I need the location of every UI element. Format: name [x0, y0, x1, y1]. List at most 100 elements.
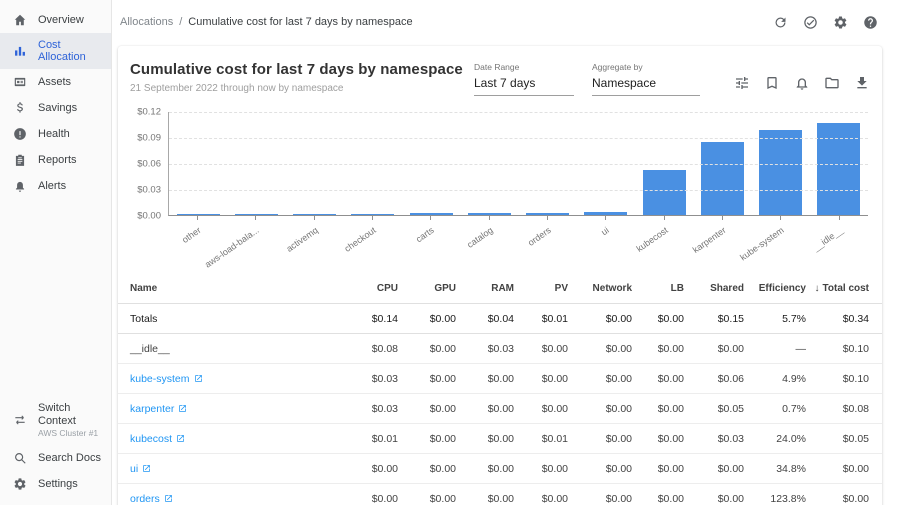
cell-name: __idle__: [118, 334, 340, 364]
bar-karpenter[interactable]: [701, 142, 744, 215]
bar-carts[interactable]: [410, 213, 453, 215]
bar-kube-system[interactable]: [759, 130, 802, 215]
sort-desc-icon: ↓: [815, 283, 820, 294]
bar-aws-load-bala[interactable]: [235, 214, 278, 215]
external-link-icon: [176, 434, 185, 443]
cell-efficiency: —: [744, 334, 806, 364]
sidebar-item-label: Overview: [38, 14, 84, 26]
bar-ui[interactable]: [584, 212, 627, 215]
x-axis-slot: aws-load-bala...: [226, 216, 284, 258]
bell-icon[interactable]: [794, 75, 810, 91]
bookmark-icon[interactable]: [764, 75, 780, 91]
sidebar-footer-item-settings[interactable]: Settings: [0, 471, 111, 497]
column-header-name[interactable]: Name: [118, 274, 340, 304]
sidebar-item-alerts[interactable]: Alerts: [0, 173, 111, 199]
namespace-link[interactable]: ui: [130, 463, 138, 475]
sidebar-item-overview[interactable]: Overview: [0, 7, 111, 33]
table-header-row: NameCPUGPURAMPVNetworkLBSharedEfficiency…: [118, 274, 882, 304]
cell-gpu: $0.00: [398, 454, 456, 484]
namespace-link[interactable]: kube-system: [130, 373, 190, 385]
date-range-label: Date Range: [474, 62, 574, 72]
main-area: Allocations / Cumulative cost for last 7…: [112, 0, 900, 505]
column-header-gpu[interactable]: GPU: [398, 274, 456, 304]
column-header-total-cost[interactable]: ↓Total cost: [806, 274, 882, 304]
cell-cpu: $0.01: [340, 424, 398, 454]
x-axis-tick: [430, 216, 431, 220]
download-icon[interactable]: [854, 75, 870, 91]
cell-total-cost: $0.10: [806, 364, 882, 394]
cell-gpu: $0.00: [398, 364, 456, 394]
help-icon[interactable]: [863, 15, 878, 30]
cell-shared: $0.00: [684, 454, 744, 484]
sidebar-item-savings[interactable]: Savings: [0, 95, 111, 121]
sidebar-nav: Overview Cost AllocationAssets Savings Heal…: [0, 7, 111, 199]
cell-total-cost: $0.05: [806, 424, 882, 454]
x-axis-tick-label: orders: [526, 225, 553, 248]
table-row-ui: ui$0.00$0.00$0.00$0.00$0.00$0.00$0.0034.…: [118, 454, 882, 484]
cell-efficiency: 123.8%: [744, 484, 806, 505]
cell-pv: $0.01: [514, 304, 568, 334]
cluster-name: AWS Cluster #1: [38, 429, 105, 439]
cell-pv: $0.00: [514, 334, 568, 364]
cell-efficiency: 0.7%: [744, 394, 806, 424]
settings-icon[interactable]: [833, 15, 848, 30]
x-axis-tick: [197, 216, 198, 220]
cell-name: karpenter: [118, 394, 340, 424]
column-header-network[interactable]: Network: [568, 274, 632, 304]
column-header-ram[interactable]: RAM: [456, 274, 514, 304]
bar-checkout[interactable]: [351, 214, 394, 215]
namespace-link[interactable]: karpenter: [130, 403, 174, 415]
folder-icon[interactable]: [824, 75, 840, 91]
cumulative-cost-bar-chart: $0.12$0.09$0.06$0.03$0.00 otheraws-load-…: [118, 100, 882, 258]
column-header-lb[interactable]: LB: [632, 274, 684, 304]
bar-activemq[interactable]: [293, 214, 336, 215]
sidebar-item-assets[interactable]: Assets: [0, 69, 111, 95]
x-axis-tick: [839, 216, 840, 220]
check-circle-icon[interactable]: [803, 15, 818, 30]
cell-network: $0.00: [568, 334, 632, 364]
bar-other[interactable]: [177, 214, 220, 215]
cell-shared: $0.06: [684, 364, 744, 394]
sidebar-item-label: Savings: [38, 102, 77, 114]
cell-ram: $0.04: [456, 304, 514, 334]
column-header-shared[interactable]: Shared: [684, 274, 744, 304]
cell-cpu: $0.03: [340, 394, 398, 424]
sidebar-item-cost-allocation[interactable]: Cost Allocation: [0, 33, 111, 69]
aggregate-by-select[interactable]: Aggregate by Namespace: [592, 62, 700, 96]
cell-lb: $0.00: [632, 394, 684, 424]
date-range-select[interactable]: Date Range Last 7 days: [474, 62, 574, 96]
column-header-efficiency[interactable]: Efficiency: [744, 274, 806, 304]
x-axis-tick: [664, 216, 665, 220]
bar-idle[interactable]: [817, 123, 860, 215]
cell-ram: $0.00: [456, 424, 514, 454]
cell-ram: $0.00: [456, 364, 514, 394]
x-axis-tick: [547, 216, 548, 220]
sidebar-footer-item-search-docs[interactable]: Search Docs: [0, 445, 111, 471]
cell-shared: $0.00: [684, 334, 744, 364]
sidebar-item-reports[interactable]: Reports: [0, 147, 111, 173]
cell-total-cost: $0.34: [806, 304, 882, 334]
namespace-link[interactable]: kubecost: [130, 433, 172, 445]
cell-ram: $0.00: [456, 454, 514, 484]
bar-catalog[interactable]: [468, 213, 511, 215]
bar-kubecost[interactable]: [643, 170, 686, 215]
bar-orders[interactable]: [526, 213, 569, 215]
cell-pv: $0.00: [514, 484, 568, 505]
gridline: [169, 138, 868, 139]
cell-pv: $0.00: [514, 394, 568, 424]
sidebar-footer-item-switch-context[interactable]: Switch ContextAWS Cluster #1: [0, 396, 111, 445]
breadcrumb-root[interactable]: Allocations: [120, 16, 173, 28]
sidebar-item-health[interactable]: Health: [0, 121, 111, 147]
tune-icon[interactable]: [734, 75, 750, 91]
sidebar-footer-text: Switch ContextAWS Cluster #1: [38, 402, 105, 439]
column-header-pv[interactable]: PV: [514, 274, 568, 304]
gridline: [169, 164, 868, 165]
card-header: Cumulative cost for last 7 days by names…: [118, 46, 882, 100]
column-header-cpu[interactable]: CPU: [340, 274, 398, 304]
cell-name: orders: [118, 484, 340, 505]
namespace-link[interactable]: orders: [130, 493, 160, 505]
aggregate-by-value[interactable]: Namespace: [592, 72, 700, 96]
y-axis-tick-label: $0.00: [137, 211, 161, 222]
refresh-icon[interactable]: [773, 15, 788, 30]
date-range-value[interactable]: Last 7 days: [474, 72, 574, 96]
